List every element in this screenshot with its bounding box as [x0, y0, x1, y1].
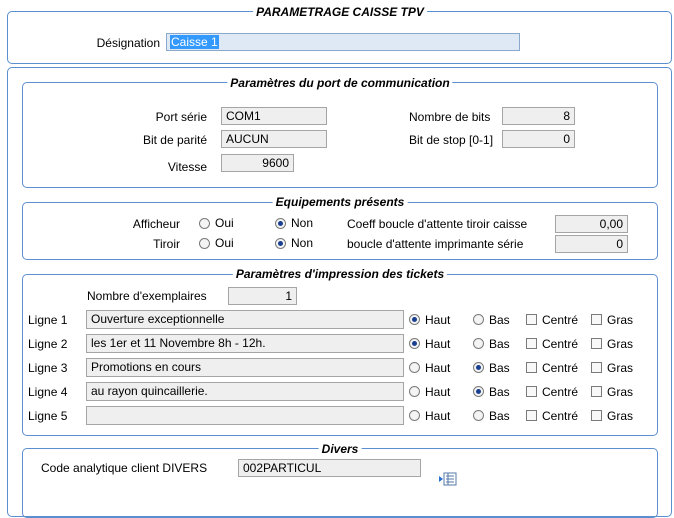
- bas-label: Bas: [489, 385, 510, 399]
- lookup-list-icon[interactable]: [439, 472, 457, 486]
- stop-bit-label: Bit de stop [0-1]: [409, 133, 494, 147]
- tickets-legend: Paramètres d'impression des tickets: [232, 267, 448, 281]
- gras-label: Gras: [607, 337, 634, 351]
- haut-radio[interactable]: [409, 386, 420, 397]
- centre-label: Centré: [542, 385, 579, 399]
- bas-label: Bas: [489, 409, 510, 423]
- bas-radio[interactable]: [473, 362, 484, 373]
- gras-checkbox[interactable]: [591, 314, 602, 325]
- bas-radio[interactable]: [473, 386, 484, 397]
- haut-radio[interactable]: [409, 362, 420, 373]
- ticket-line-label: Ligne 3: [28, 361, 68, 375]
- gras-label: Gras: [607, 409, 634, 423]
- divers-legend: Divers: [318, 442, 362, 456]
- drawer-coeff-label: Coeff boucle d'attente tiroir caisse: [347, 217, 528, 231]
- bas-radio[interactable]: [473, 410, 484, 421]
- centre-checkbox[interactable]: [526, 362, 537, 373]
- stop-bit-field[interactable]: 0: [502, 130, 575, 148]
- centre-label: Centré: [542, 361, 579, 375]
- gras-label: Gras: [607, 361, 634, 375]
- copies-label: Nombre d'exemplaires: [87, 289, 207, 303]
- code-analytique-label: Code analytique client DIVERS: [41, 461, 208, 475]
- code-analytique-field[interactable]: 002PARTICUL: [238, 459, 421, 477]
- display-oui-label: Oui: [215, 216, 234, 230]
- drawer-oui-radio[interactable]: [199, 238, 210, 249]
- page-title: PARAMETRAGE CAISSE TPV: [253, 5, 427, 19]
- drawer-non-label: Non: [291, 236, 314, 250]
- display-non-label: Non: [291, 216, 314, 230]
- ticket-line-label: Ligne 4: [28, 385, 68, 399]
- display-oui-radio[interactable]: [199, 218, 210, 229]
- centre-checkbox[interactable]: [526, 410, 537, 421]
- display-non-radio[interactable]: [275, 218, 286, 229]
- centre-checkbox[interactable]: [526, 338, 537, 349]
- bas-label: Bas: [489, 337, 510, 351]
- designation-label: Désignation: [96, 36, 160, 50]
- centre-checkbox[interactable]: [526, 314, 537, 325]
- bits-label: Nombre de bits: [409, 110, 491, 124]
- designation-field[interactable]: Caisse 1: [166, 33, 520, 51]
- display-label: Afficheur: [132, 217, 180, 231]
- haut-label: Haut: [425, 313, 451, 327]
- haut-label: Haut: [425, 337, 451, 351]
- gras-label: Gras: [607, 313, 634, 327]
- equipment-legend: Equipements présents: [272, 195, 408, 209]
- bas-radio[interactable]: [473, 338, 484, 349]
- parity-label: Bit de parité: [142, 133, 207, 147]
- ticket-line-field[interactable]: Promotions en cours: [86, 358, 404, 377]
- copies-field[interactable]: 1: [228, 287, 297, 305]
- ticket-line-label: Ligne 1: [28, 313, 68, 327]
- serial-port-field[interactable]: COM1: [221, 107, 327, 125]
- port-legend: Paramètres du port de communication: [227, 76, 453, 90]
- bits-field[interactable]: 8: [502, 107, 575, 125]
- haut-label: Haut: [425, 361, 451, 375]
- gras-checkbox[interactable]: [591, 362, 602, 373]
- haut-radio[interactable]: [409, 410, 420, 421]
- gras-checkbox[interactable]: [591, 338, 602, 349]
- haut-label: Haut: [425, 385, 451, 399]
- ticket-line-field[interactable]: Ouverture exceptionnelle: [86, 310, 404, 329]
- drawer-coeff-field[interactable]: 0,00: [555, 215, 628, 233]
- designation-value: Caisse 1: [170, 35, 219, 49]
- serial-port-label: Port série: [155, 110, 207, 124]
- drawer-non-radio[interactable]: [275, 238, 286, 249]
- centre-label: Centré: [542, 313, 579, 327]
- printer-loop-label: boucle d'attente imprimante série: [347, 237, 524, 251]
- centre-label: Centré: [542, 337, 579, 351]
- centre-label: Centré: [542, 409, 579, 423]
- ticket-line-field[interactable]: au rayon quincaillerie.: [86, 382, 404, 401]
- ticket-line-label: Ligne 2: [28, 337, 68, 351]
- gras-label: Gras: [607, 385, 634, 399]
- haut-radio[interactable]: [409, 338, 420, 349]
- drawer-label: Tiroir: [153, 237, 180, 251]
- bas-radio[interactable]: [473, 314, 484, 325]
- haut-label: Haut: [425, 409, 451, 423]
- bas-label: Bas: [489, 361, 510, 375]
- ticket-line-label: Ligne 5: [28, 409, 68, 423]
- gras-checkbox[interactable]: [591, 386, 602, 397]
- printer-loop-field[interactable]: 0: [555, 235, 628, 253]
- speed-field[interactable]: 9600: [221, 154, 294, 172]
- haut-radio[interactable]: [409, 314, 420, 325]
- speed-label: Vitesse: [167, 160, 207, 174]
- bas-label: Bas: [489, 313, 510, 327]
- parity-field[interactable]: AUCUN: [221, 130, 327, 148]
- ticket-line-field[interactable]: les 1er et 11 Novembre 8h - 12h.: [86, 334, 404, 353]
- gras-checkbox[interactable]: [591, 410, 602, 421]
- centre-checkbox[interactable]: [526, 386, 537, 397]
- drawer-oui-label: Oui: [215, 236, 234, 250]
- ticket-line-field[interactable]: [86, 406, 404, 425]
